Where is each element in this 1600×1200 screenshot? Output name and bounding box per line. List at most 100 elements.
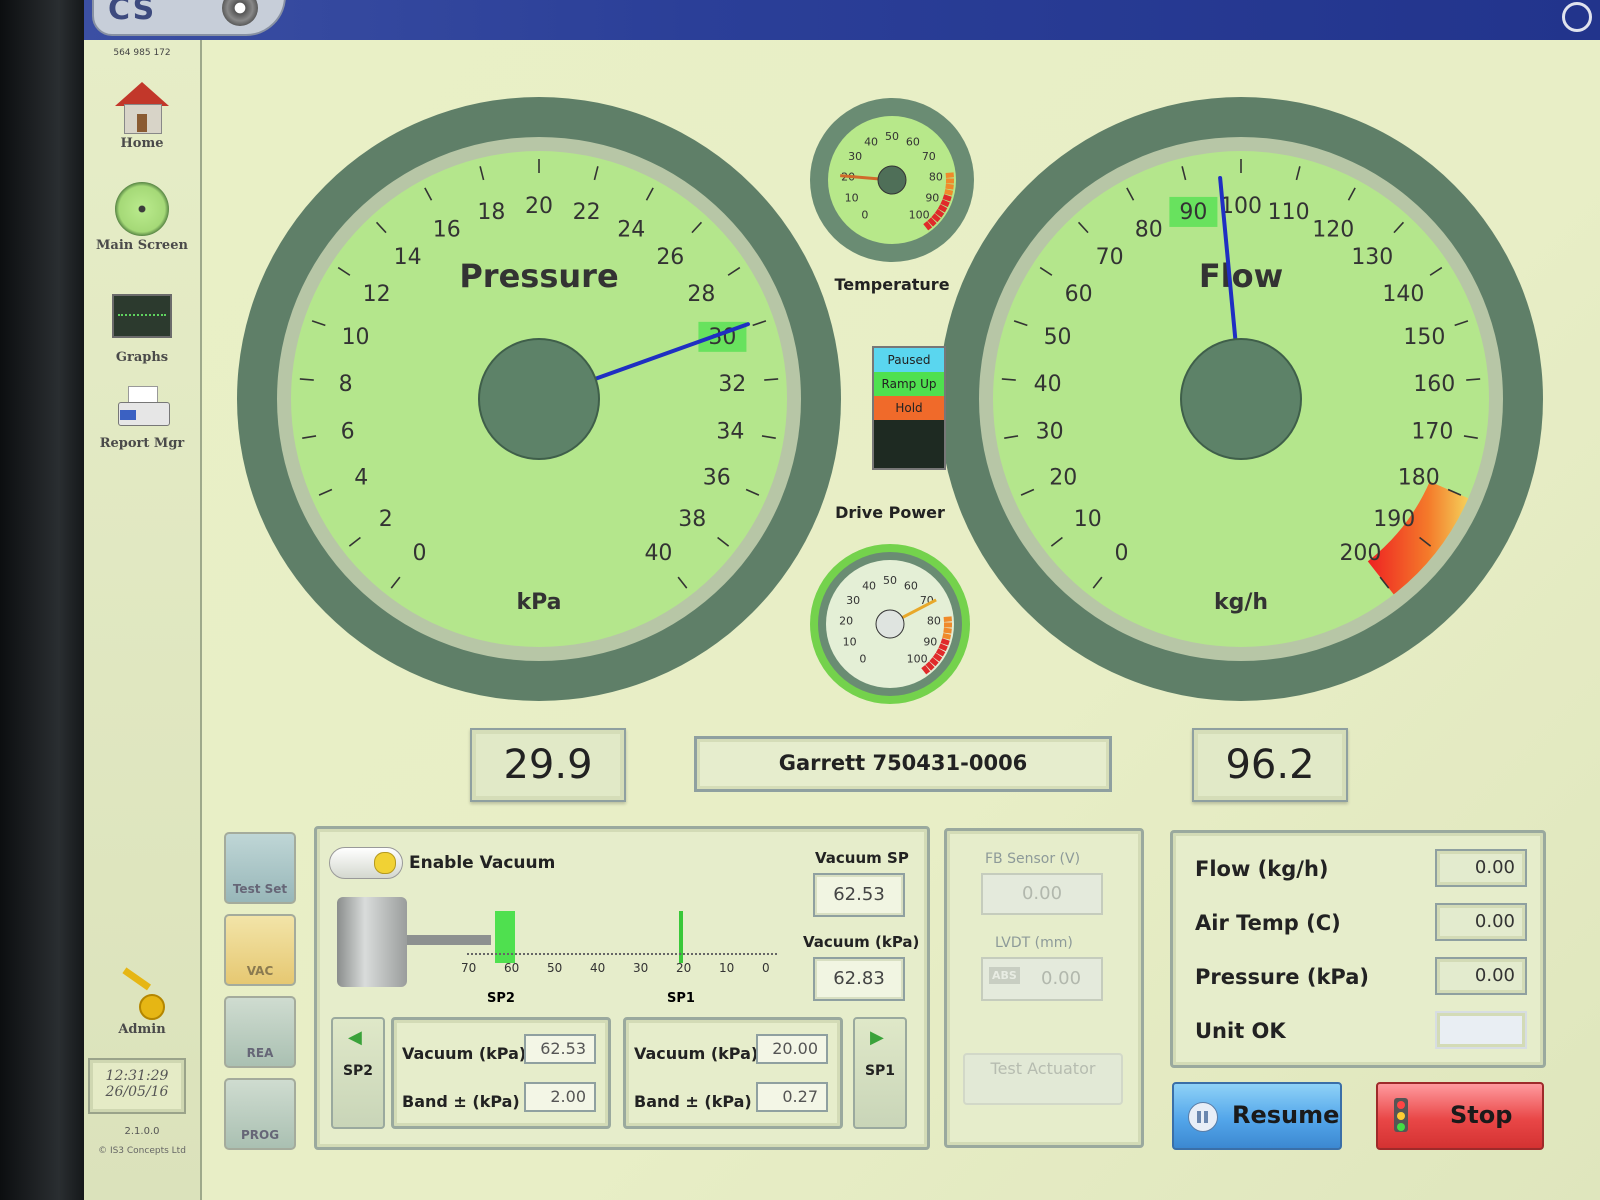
- sidebar-item-report-mgr[interactable]: Report Mgr: [84, 384, 200, 451]
- sp1-band-field[interactable]: 0.27: [756, 1082, 828, 1112]
- gauge-tick-label: 10: [843, 636, 857, 649]
- stop-label: Stop: [1450, 1101, 1513, 1129]
- danger-band: [942, 194, 952, 202]
- sidebar: 564 985 172 Home Main Screen Graphs Repo…: [84, 40, 202, 1200]
- gauge-tick-label: 0: [413, 541, 427, 566]
- vacuum-scale-tick: 50: [547, 961, 563, 975]
- resume-button[interactable]: Resume: [1172, 1082, 1342, 1150]
- sidebar-item-label: Admin: [118, 1022, 166, 1037]
- danger-band: [943, 616, 952, 622]
- danger-band: [945, 172, 954, 178]
- sp2-band-field[interactable]: 2.00: [524, 1082, 596, 1112]
- gauge-tick-label: 100: [1220, 194, 1262, 219]
- gauge-tick-label: 40: [864, 135, 878, 148]
- vac-label: VAC: [246, 964, 274, 978]
- vacuum-actual-label: Vacuum (kPa): [803, 933, 920, 951]
- gauge-tick-label: 28: [687, 282, 715, 307]
- prog-label: PROG: [240, 1128, 280, 1142]
- gauge-tick-label: 50: [885, 130, 899, 143]
- live-readout-panel: Flow (kg/h) 0.00 Air Temp (C) 0.00 Press…: [1170, 830, 1546, 1068]
- gauge-tick-label: 80: [1135, 217, 1163, 242]
- gauge-tick-label: 20: [525, 194, 553, 219]
- status-slot-5: [874, 444, 944, 468]
- gauge-tick-label: 14: [394, 245, 422, 270]
- sp2-button[interactable]: ◀ SP2: [331, 1017, 385, 1129]
- gauge-tick-label: 10: [845, 192, 859, 205]
- sidebar-item-graphs[interactable]: Graphs: [84, 294, 200, 365]
- gauge-tick-label: 24: [617, 217, 645, 242]
- gauge-unit: kg/h: [1214, 590, 1268, 615]
- air-temp-readout-field: 0.00: [1435, 903, 1527, 941]
- close-icon[interactable]: [1562, 2, 1592, 32]
- gauge-tick-label: 6: [341, 420, 355, 445]
- vac-button[interactable]: VAC: [224, 914, 296, 986]
- sidebar-item-home[interactable]: Home: [84, 82, 200, 151]
- test-set-button[interactable]: Test Set: [224, 832, 296, 904]
- enable-vacuum-toggle[interactable]: [329, 847, 403, 879]
- title-bar: CS: [84, 0, 1600, 40]
- gauge-tick-label: 160: [1413, 372, 1455, 397]
- danger-band: [938, 643, 948, 652]
- flow-readout-field: 0.00: [1435, 849, 1527, 887]
- gauge-tick-label: 8: [339, 372, 353, 397]
- gauge-tick-label: 30: [848, 150, 862, 163]
- pressure-readout-field: 0.00: [1435, 957, 1527, 995]
- sp1-button-label: SP1: [864, 1063, 896, 1079]
- sidebar-item-label: Graphs: [115, 350, 169, 365]
- abs-badge[interactable]: ABS: [989, 967, 1020, 984]
- rea-label: REA: [246, 1046, 274, 1060]
- gauge-icon: [115, 182, 169, 236]
- sidebar-item-admin[interactable]: Admin: [84, 967, 200, 1037]
- key-icon: [117, 967, 167, 1020]
- vacuum-scale-tick: 0: [762, 961, 770, 975]
- status-hold: Hold: [874, 396, 944, 420]
- serial-number: 564 985 172: [113, 48, 171, 58]
- sp2-band-label: Band ± (kPa): [402, 1092, 520, 1111]
- gauge-tick-label: 200: [1339, 541, 1381, 566]
- vacuum-sp-field[interactable]: 62.53: [813, 873, 905, 917]
- vacuum-scale-line: [467, 953, 777, 955]
- gauge-tick-label: 190: [1373, 507, 1415, 532]
- gauge-tick-label: 10: [1074, 507, 1102, 532]
- gauge-hub: [1180, 338, 1302, 460]
- main-screen: 564 985 172 Home Main Screen Graphs Repo…: [84, 40, 1600, 1200]
- sp1-vacuum-label: Vacuum (kPa): [634, 1044, 759, 1063]
- sidebar-item-main-screen[interactable]: Main Screen: [84, 182, 200, 253]
- prog-button[interactable]: PROG: [224, 1078, 296, 1150]
- test-actuator-button[interactable]: Test Actuator: [963, 1053, 1123, 1105]
- gauge-tick-label: 18: [477, 200, 505, 225]
- sidebar-item-label: Report Mgr: [99, 436, 185, 451]
- gauge-tick-label: 100: [909, 209, 930, 222]
- danger-band: [940, 638, 950, 646]
- sp2-vacuum-field[interactable]: 62.53: [524, 1034, 596, 1064]
- product-name-display: Garrett 750431-0006: [694, 736, 1112, 792]
- gauge-tick-label: 40: [862, 579, 876, 592]
- sp1-button[interactable]: ▶ SP1: [853, 1017, 907, 1129]
- gauge-tick-label: 90: [923, 636, 937, 649]
- sp2-marker-bar: [495, 911, 515, 963]
- gauge-tick-label: 50: [1044, 325, 1072, 350]
- graph-icon: [112, 294, 172, 338]
- gauge-tick-label: 26: [656, 245, 684, 270]
- danger-band: [937, 204, 948, 213]
- gauge-title: Drive Power: [835, 503, 945, 522]
- enable-vacuum-label: Enable Vacuum: [409, 853, 556, 873]
- stop-button[interactable]: Stop: [1376, 1082, 1544, 1150]
- gauge-tick-label: 0: [861, 209, 868, 222]
- rea-button[interactable]: REA: [224, 996, 296, 1068]
- sp1-vacuum-field[interactable]: 20.00: [756, 1034, 828, 1064]
- gauge-tick-label: 70: [1096, 245, 1124, 270]
- gauge-tick-label: 22: [573, 200, 601, 225]
- pause-icon: [1188, 1102, 1218, 1132]
- gauge-tick-label: 34: [716, 420, 744, 445]
- gauge-tick-label: 90: [925, 192, 939, 205]
- sp1-marker-bar: [679, 911, 683, 963]
- test-set-label: Test Set: [232, 882, 288, 896]
- gauge-tick-label: 80: [927, 614, 941, 627]
- sp2-vacuum-label: Vacuum (kPa): [402, 1044, 527, 1063]
- gauge-title: Flow: [1199, 257, 1283, 295]
- gauge-tick-label: 10: [342, 325, 370, 350]
- status-indicator: Paused Ramp Up Hold: [872, 346, 946, 470]
- danger-band: [944, 189, 954, 196]
- gauge-tick-label: 30: [1036, 420, 1064, 445]
